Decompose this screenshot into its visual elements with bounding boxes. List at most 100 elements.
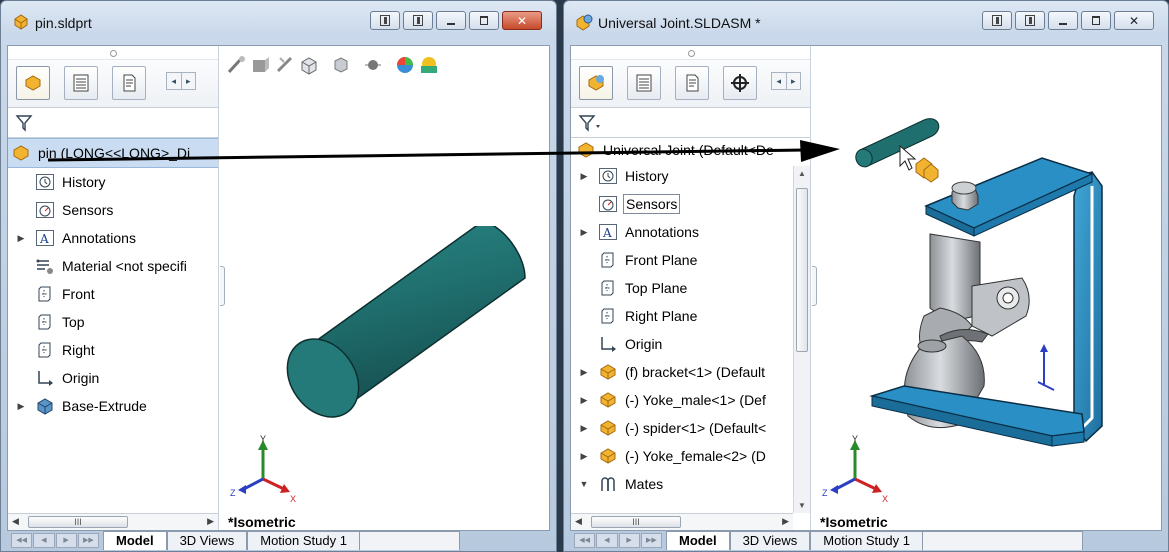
tab-feature-manager[interactable] <box>16 66 50 100</box>
tab-model[interactable]: Model <box>666 531 730 550</box>
display-style-icon[interactable] <box>362 54 384 76</box>
maximize-button[interactable] <box>1081 11 1111 30</box>
title-bar[interactable]: pin.sldprt ✕ <box>1 1 556 45</box>
tree-node[interactable]: ▶ (-) Yoke_female<2> (D <box>571 442 810 470</box>
zoom-area-icon[interactable] <box>250 54 272 76</box>
tree-node[interactable]: Sensors <box>571 190 810 218</box>
expand-arrow-icon[interactable]: ▶ <box>571 171 597 182</box>
tile-right-button[interactable] <box>1015 11 1045 30</box>
scroll-thumb[interactable]: III <box>28 516 128 528</box>
tree-node[interactable]: Right Plane <box>571 302 810 330</box>
minimize-button[interactable] <box>1048 11 1078 30</box>
tab-nav-arrows[interactable]: ◀◀ ◀ ▶ ▶▶ <box>570 531 666 550</box>
expand-arrow-icon[interactable]: ▶ <box>571 451 597 462</box>
tree-node[interactable]: Origin <box>571 330 810 358</box>
maximize-button[interactable] <box>469 11 499 30</box>
tab-nav-arrows[interactable]: ◀◀ ◀ ▶ ▶▶ <box>7 531 103 550</box>
title-bar[interactable]: Universal Joint.SLDASM * ✕ <box>564 1 1168 45</box>
appearance-icon[interactable] <box>394 54 416 76</box>
tile-left-button[interactable] <box>982 11 1012 30</box>
scroll-right-icon[interactable]: ▸ <box>180 73 196 89</box>
tab-configuration-manager[interactable] <box>112 66 146 100</box>
tab-scroller[interactable]: ◂ ▸ <box>166 72 196 90</box>
expand-arrow-icon[interactable]: ▶ <box>571 227 597 238</box>
tree-node[interactable]: Sensors <box>8 196 218 224</box>
tree-node[interactable]: Right <box>8 336 218 364</box>
tab-model[interactable]: Model <box>103 531 167 550</box>
minimize-button[interactable] <box>436 11 466 30</box>
zoom-to-fit-icon[interactable] <box>226 54 248 76</box>
vertical-scrollbar[interactable]: ▲ ▼ <box>793 166 810 513</box>
tab-property-manager[interactable] <box>627 66 661 100</box>
previous-view-icon[interactable] <box>274 54 296 76</box>
tree-node[interactable]: ▶ (-) Yoke_male<1> (Def <box>571 386 810 414</box>
expand-arrow-icon[interactable]: ▼ <box>571 479 597 489</box>
graphics-area[interactable]: Y X Z *Isometric <box>220 46 549 530</box>
scene-icon[interactable] <box>418 54 440 76</box>
expand-arrow-icon[interactable]: ▶ <box>571 423 597 434</box>
scroll-right-icon[interactable]: ▶ <box>207 516 214 527</box>
close-button[interactable]: ✕ <box>502 11 542 30</box>
view-orientation-icon[interactable] <box>330 54 352 76</box>
scroll-right-icon[interactable]: ▶ <box>782 516 789 527</box>
horizontal-scrollbar[interactable]: ◀ III ▶ <box>571 513 793 530</box>
window-title: pin.sldprt <box>35 15 92 31</box>
scroll-thumb[interactable] <box>796 188 808 352</box>
scroll-left-icon[interactable]: ◀ <box>12 516 19 527</box>
tree-node[interactable]: ▶ (-) spider<1> (Default< <box>571 414 810 442</box>
tab-property-manager[interactable] <box>64 66 98 100</box>
tab-feature-manager[interactable] <box>579 66 613 100</box>
panel-grip[interactable] <box>8 46 218 60</box>
scroll-left-icon[interactable]: ◀ <box>575 516 582 527</box>
tree-node[interactable]: Top Plane <box>571 274 810 302</box>
tree-node-label: History <box>62 174 106 190</box>
tab-motion-study[interactable]: Motion Study 1 <box>810 531 923 550</box>
scroll-right-icon[interactable]: ▸ <box>785 73 801 89</box>
tab-3d-views[interactable]: 3D Views <box>729 531 811 550</box>
tile-right-button[interactable] <box>403 11 433 30</box>
tree-root-assembly[interactable]: Universal Joint (Default<De <box>571 138 810 162</box>
expand-arrow-icon[interactable]: ▶ <box>571 395 597 406</box>
tab-dimxpert-manager[interactable] <box>723 66 757 100</box>
filter-icon[interactable] <box>577 113 601 133</box>
scroll-thumb[interactable]: III <box>591 516 681 528</box>
panel-grip[interactable] <box>571 46 810 60</box>
graphics-area[interactable]: Y X Z *Isometric <box>812 46 1161 530</box>
tab-configuration-manager[interactable] <box>675 66 709 100</box>
view-orientation-label: *Isometric <box>820 514 888 530</box>
tree-node[interactable]: Front <box>8 280 218 308</box>
expand-arrow-icon[interactable]: ▶ <box>8 233 34 244</box>
tab-motion-study[interactable]: Motion Study 1 <box>247 531 360 550</box>
tree-node[interactable]: Material <not specifi <box>8 252 218 280</box>
section-view-icon[interactable] <box>298 54 320 76</box>
tab-3d-views[interactable]: 3D Views <box>166 531 248 550</box>
pin-model <box>286 226 526 418</box>
expand-arrow-icon[interactable]: ▶ <box>8 401 34 412</box>
close-button[interactable]: ✕ <box>1114 11 1154 30</box>
tree-node[interactable]: ▶ A Annotations <box>571 218 810 246</box>
mates-icon <box>597 474 619 494</box>
tree-node[interactable]: Origin <box>8 364 218 392</box>
tree-node[interactable]: ▼ Mates <box>571 470 810 498</box>
x-axis-label: X <box>290 494 296 504</box>
tree-root-part[interactable]: pin (LONG<<LONG>_Di <box>8 138 218 168</box>
tree-node[interactable]: ▶ (f) bracket<1> (Default <box>571 358 810 386</box>
horizontal-scrollbar[interactable]: ◀ III ▶ <box>8 513 218 530</box>
panel-collapse-handle[interactable] <box>220 266 225 306</box>
tab-scroller[interactable]: ◂ ▸ <box>771 72 801 90</box>
tree-node[interactable]: ▶ History <box>571 162 810 190</box>
tree-node[interactable]: ▶ A Annotations <box>8 224 218 252</box>
filter-icon[interactable] <box>14 113 34 133</box>
tree-node[interactable]: Front Plane <box>571 246 810 274</box>
root-label: Universal Joint (Default<De <box>603 142 774 158</box>
scroll-left-icon[interactable]: ◂ <box>772 73 786 89</box>
component-icon <box>597 362 619 382</box>
expand-arrow-icon[interactable]: ▶ <box>571 367 597 378</box>
scroll-up-icon[interactable]: ▲ <box>798 169 806 178</box>
tree-node[interactable]: ▶ Base-Extrude <box>8 392 218 420</box>
scroll-down-icon[interactable]: ▼ <box>798 501 806 510</box>
tree-node[interactable]: History <box>8 168 218 196</box>
tree-node[interactable]: Top <box>8 308 218 336</box>
scroll-left-icon[interactable]: ◂ <box>167 73 181 89</box>
tile-left-button[interactable] <box>370 11 400 30</box>
